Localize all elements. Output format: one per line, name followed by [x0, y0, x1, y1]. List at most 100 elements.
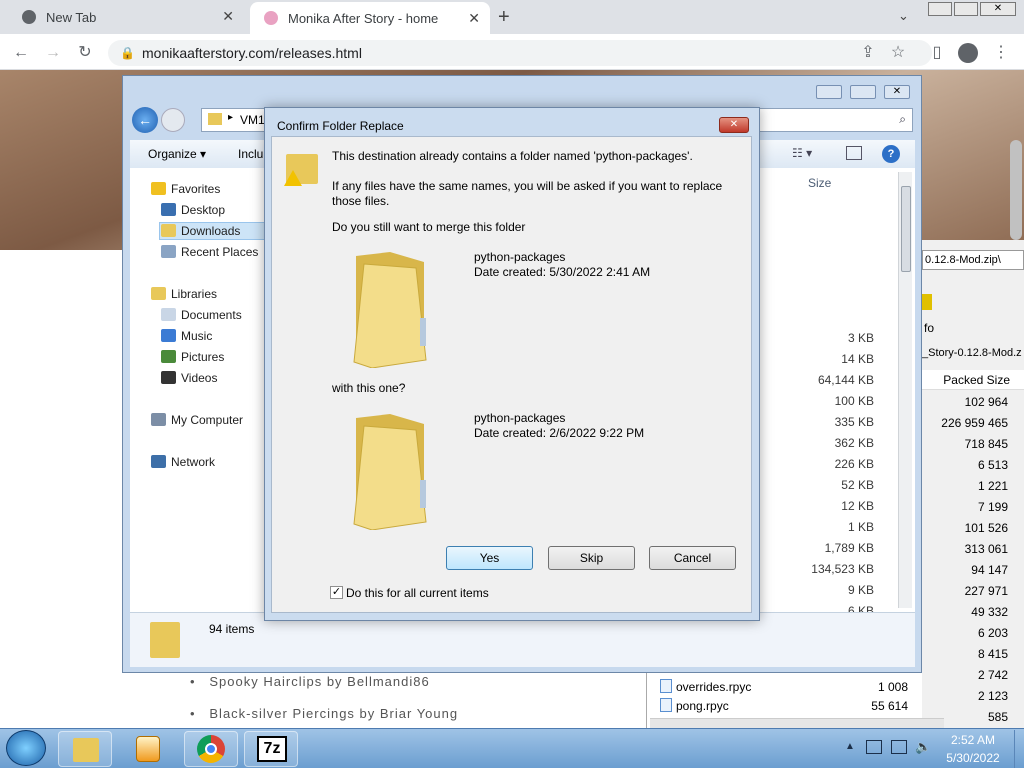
sidebar-item-pictures[interactable]: Pictures	[181, 350, 224, 364]
packed-size-cell: 2 742	[977, 668, 1008, 682]
reload-icon[interactable]: ↻	[74, 42, 96, 64]
sidebar-item-computer[interactable]: My Computer	[171, 413, 243, 427]
file-size: 52 KB	[841, 478, 874, 492]
bookmark-star-icon[interactable]: ☆	[887, 42, 909, 64]
taskbar-explorer[interactable]	[58, 731, 112, 767]
tab-title: New Tab	[46, 9, 97, 25]
organize-button[interactable]: Organize ▾	[148, 147, 206, 161]
folder-name: python-packages	[474, 411, 566, 425]
sidebar-item-favorites[interactable]: Favorites	[171, 182, 220, 196]
close-icon[interactable]: ✕	[222, 8, 234, 25]
tab-search-icon[interactable]: ⌄	[898, 8, 909, 24]
taskbar-7zip[interactable]: 7z	[244, 731, 298, 767]
sidebar-item-network[interactable]: Network	[171, 455, 215, 469]
side-panel-icon[interactable]: ▯	[926, 42, 948, 64]
folder-icon	[353, 414, 427, 530]
new-tab-button[interactable]: +	[498, 6, 510, 29]
tab-monika-after-story[interactable]: Monika After Story - home ✕	[250, 2, 490, 34]
taskbar-chrome[interactable]	[184, 731, 238, 767]
volume-icon[interactable]: 🔈	[915, 739, 931, 755]
scroll-thumb[interactable]	[901, 186, 911, 272]
clock-time[interactable]: 2:52 AM	[940, 733, 1006, 747]
sidebar-item-libraries[interactable]: Libraries	[171, 287, 217, 301]
file-size: 9 KB	[847, 583, 874, 597]
chrome-icon	[22, 10, 36, 24]
packed-size-cell: 6 203	[977, 626, 1008, 640]
show-desktop-button[interactable]	[1014, 730, 1024, 768]
url-text: monikaafterstory.com/releases.html	[142, 45, 362, 61]
view-options-icon[interactable]: ☷ ▾	[792, 146, 812, 160]
address-bar[interactable]: 🔒 monikaafterstory.com/releases.html	[108, 40, 932, 66]
file-icon	[660, 698, 672, 712]
packed-size-cell: 7 199	[977, 500, 1008, 514]
network-icon	[151, 455, 166, 468]
do-this-for-all-checkbox[interactable]: ✓	[330, 586, 343, 599]
tab-new-tab[interactable]: New Tab ✕	[8, 0, 244, 34]
explorer-minimize-button[interactable]	[816, 85, 842, 99]
profile-avatar[interactable]	[958, 43, 978, 63]
checkbox-label[interactable]: Do this for all current items	[346, 586, 489, 600]
folder-date: Date created: 5/30/2022 2:41 AM	[474, 265, 651, 279]
packed-size-cell: 102 964	[964, 395, 1008, 409]
search-icon[interactable]: ⌕	[899, 112, 906, 127]
videos-icon	[161, 371, 176, 384]
file-size: 3 KB	[847, 331, 874, 345]
cancel-button[interactable]: Cancel	[649, 546, 736, 570]
share-icon[interactable]: ⇪	[857, 42, 879, 64]
page-scrollbar[interactable]	[1010, 140, 1022, 240]
network-icon[interactable]	[891, 740, 907, 754]
zip-hscrollbar[interactable]	[650, 718, 944, 728]
maximize-button[interactable]	[954, 2, 978, 16]
info-label: fo	[924, 321, 935, 335]
zip-file-name[interactable]: overrides.rpyc	[676, 680, 751, 694]
sidebar-item-downloads[interactable]: Downloads	[181, 224, 240, 238]
close-icon[interactable]: ✕	[468, 10, 480, 27]
zip-path-field[interactable]: 0.12.8-Mod.zip\	[922, 250, 1024, 270]
sidebar-item-recent[interactable]: Recent Places	[181, 245, 258, 259]
sidebar-item-desktop[interactable]: Desktop	[181, 203, 225, 217]
preview-pane-icon[interactable]	[846, 146, 862, 160]
zip-file-size: 55 614	[871, 699, 908, 713]
yes-button[interactable]: Yes	[446, 546, 533, 570]
dialog-message: those files.	[332, 194, 390, 208]
list-item: • Spooky Hairclips by Bellmandi86	[190, 674, 430, 689]
dialog-close-button[interactable]: ✕	[719, 117, 749, 133]
file-size: 134,523 KB	[811, 562, 874, 576]
folder-icon	[73, 738, 99, 762]
info-icon[interactable]	[922, 294, 932, 310]
zip-file-name[interactable]: pong.rpyc	[676, 699, 729, 713]
packed-size-cell: 313 061	[964, 542, 1008, 556]
clock-date[interactable]: 5/30/2022	[940, 751, 1006, 765]
explorer-back-icon[interactable]: ←	[132, 107, 158, 133]
packed-size-cell: 8 415	[977, 647, 1008, 661]
sidebar-item-videos[interactable]: Videos	[181, 371, 217, 385]
packed-size-header[interactable]: Packed Size	[922, 370, 1024, 390]
explorer-forward-icon[interactable]	[161, 108, 185, 132]
back-icon[interactable]: ←	[10, 42, 32, 64]
explorer-close-button[interactable]: ✕	[884, 85, 910, 99]
start-button[interactable]	[6, 730, 46, 766]
dialog-question: with this one?	[332, 381, 406, 395]
show-hidden-icons[interactable]: ▲	[845, 741, 855, 752]
downloads-folder-icon	[161, 224, 176, 237]
action-center-icon[interactable]	[866, 740, 882, 754]
explorer-vscrollbar[interactable]	[898, 172, 912, 608]
media-player-icon[interactable]	[136, 736, 160, 762]
folder-icon	[150, 622, 180, 658]
menu-icon[interactable]: ⋮	[990, 42, 1012, 64]
sidebar-item-documents[interactable]: Documents	[181, 308, 242, 322]
recent-places-icon	[161, 245, 176, 258]
size-column-header[interactable]: Size	[808, 176, 831, 190]
explorer-maximize-button[interactable]	[850, 85, 876, 99]
music-icon	[161, 329, 176, 342]
packed-size-cell: 227 971	[964, 584, 1008, 598]
forward-icon[interactable]: →	[42, 42, 64, 64]
skip-button[interactable]: Skip	[548, 546, 635, 570]
help-icon[interactable]: ?	[882, 145, 900, 163]
breadcrumb: VM1	[240, 113, 265, 127]
minimize-button[interactable]	[928, 2, 952, 16]
include-button[interactable]: Inclu	[238, 147, 263, 161]
window-close-button[interactable]: ✕	[980, 2, 1016, 16]
dialog-question: Do you still want to merge this folder	[332, 220, 526, 234]
sidebar-item-music[interactable]: Music	[181, 329, 212, 343]
